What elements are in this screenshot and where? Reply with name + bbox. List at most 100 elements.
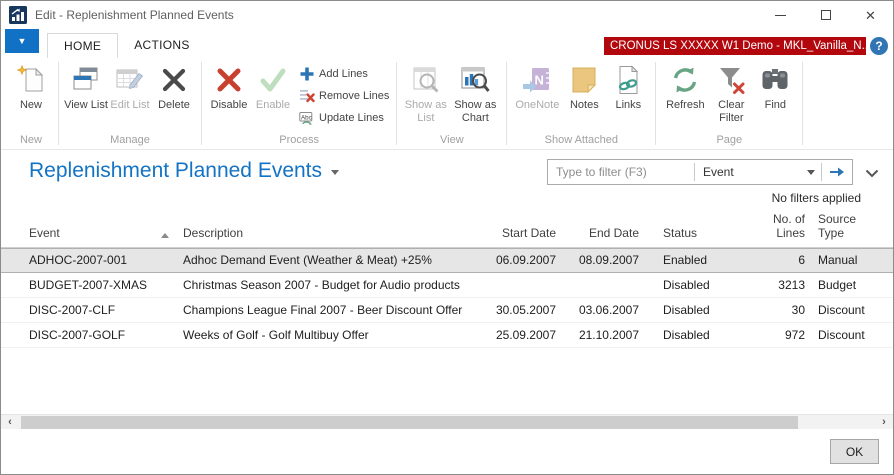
events-table: Event Description Start Date End Date St… bbox=[1, 213, 893, 348]
banner-area: CRONUS LS XXXXX W1 Demo - MKL_Vanilla_N.… bbox=[604, 37, 893, 58]
svg-text:N: N bbox=[535, 73, 544, 88]
cell-no-of-lines: 6 bbox=[750, 253, 807, 267]
edit-list-icon bbox=[114, 64, 146, 96]
group-separator bbox=[506, 62, 507, 145]
expand-filter-pane-button[interactable] bbox=[865, 165, 879, 183]
enable-icon bbox=[257, 64, 289, 96]
ok-button[interactable]: OK bbox=[830, 439, 879, 464]
page-title-caret-icon[interactable] bbox=[331, 170, 339, 175]
filter-status-text: No filters applied bbox=[1, 185, 893, 205]
show-as-chart-button[interactable]: Show as Chart bbox=[449, 60, 501, 124]
notes-button[interactable]: Notes bbox=[562, 60, 606, 112]
app-chart-icon bbox=[9, 6, 27, 24]
view-list-button[interactable]: View List bbox=[64, 60, 108, 112]
group-label: Show Attached bbox=[512, 132, 650, 149]
add-lines-icon bbox=[299, 66, 315, 82]
view-list-icon bbox=[70, 64, 102, 96]
button-label: Add Lines bbox=[319, 68, 368, 80]
scrollbar-thumb[interactable] bbox=[21, 416, 798, 429]
ribbon-group-view: Show as List Show as Chart View bbox=[398, 60, 505, 149]
disable-icon bbox=[213, 64, 245, 96]
cell-source-type: Manual bbox=[807, 253, 885, 267]
cell-status: Disabled bbox=[639, 278, 750, 292]
disable-button[interactable]: Disable bbox=[207, 60, 251, 112]
application-menu-button[interactable]: ▼ bbox=[5, 29, 39, 53]
clear-filter-icon bbox=[715, 64, 747, 96]
arrow-right-icon bbox=[829, 166, 845, 178]
cell-event: DISC-2007-GOLF bbox=[29, 328, 183, 342]
add-lines-button[interactable]: Add Lines bbox=[299, 66, 389, 82]
clear-filter-button[interactable]: Clear Filter bbox=[709, 60, 753, 124]
group-label: Process bbox=[207, 132, 391, 149]
group-label: Page bbox=[661, 132, 797, 149]
minimize-button[interactable] bbox=[758, 1, 803, 29]
window: Edit - Replenishment Planned Events ✕ ▼ … bbox=[0, 0, 894, 475]
cell-end-date: 03.06.2007 bbox=[556, 303, 639, 317]
group-separator bbox=[655, 62, 656, 145]
button-label: OneNote bbox=[515, 99, 559, 112]
button-label: Show as List bbox=[402, 99, 449, 124]
footer-bar: OK bbox=[1, 429, 893, 474]
button-label: Notes bbox=[570, 99, 599, 112]
cell-status: Disabled bbox=[639, 303, 750, 317]
cell-end-date: 08.09.2007 bbox=[556, 253, 639, 267]
refresh-button[interactable]: Refresh bbox=[661, 60, 709, 112]
delete-button[interactable]: Delete bbox=[152, 60, 196, 112]
filter-field-select[interactable]: Event bbox=[695, 165, 821, 179]
close-button[interactable]: ✕ bbox=[848, 1, 893, 29]
ribbon-group-manage: View List Edit List Delete bbox=[60, 60, 200, 149]
links-button[interactable]: Links bbox=[606, 60, 650, 112]
tab-home[interactable]: HOME bbox=[47, 33, 118, 58]
ribbon-group-page: Refresh Clear Filter bbox=[657, 60, 801, 149]
button-label: Remove Lines bbox=[319, 90, 389, 102]
cell-description: Adhoc Demand Event (Weather & Meat) +25% bbox=[183, 253, 491, 267]
chevron-down-icon: ▼ bbox=[18, 36, 27, 46]
title-bar: Edit - Replenishment Planned Events ✕ bbox=[1, 1, 893, 29]
page-title: Replenishment Planned Events bbox=[29, 159, 322, 183]
button-label: Enable bbox=[256, 99, 290, 112]
onenote-button[interactable]: N OneNote bbox=[512, 60, 562, 112]
onenote-icon: N bbox=[521, 64, 553, 96]
ribbon: New New View List bbox=[1, 58, 893, 150]
show-as-list-button[interactable]: Show as List bbox=[402, 60, 449, 124]
horizontal-scrollbar[interactable]: ‹ › bbox=[1, 414, 893, 429]
page-content: Replenishment Planned Events Event bbox=[1, 150, 893, 414]
menu-bar: ▼ HOME ACTIONS CRONUS LS XXXXX W1 Demo -… bbox=[1, 29, 893, 58]
help-button[interactable]: ? bbox=[870, 37, 888, 55]
chevron-left-icon: ‹ bbox=[8, 416, 12, 428]
column-header-event[interactable]: Event bbox=[29, 227, 183, 241]
apply-filter-button[interactable] bbox=[822, 160, 852, 184]
edit-list-button[interactable]: Edit List bbox=[108, 60, 152, 112]
table-row[interactable]: DISC-2007-CLF Champions League Final 200… bbox=[1, 298, 893, 323]
button-label: View List bbox=[64, 99, 108, 112]
remove-lines-button[interactable]: Remove Lines bbox=[299, 88, 389, 104]
scroll-left-button[interactable]: ‹ bbox=[1, 415, 19, 429]
column-header-end-date[interactable]: End Date bbox=[556, 227, 639, 241]
cell-end-date: 21.10.2007 bbox=[556, 328, 639, 342]
show-as-list-icon bbox=[410, 64, 442, 96]
maximize-button[interactable] bbox=[803, 1, 848, 29]
chevron-down-icon bbox=[865, 169, 879, 178]
group-label: Manage bbox=[64, 132, 196, 149]
new-button[interactable]: New bbox=[9, 60, 53, 112]
column-header-status[interactable]: Status bbox=[639, 227, 750, 241]
ribbon-group-show-attached: N OneNote Notes bbox=[508, 60, 654, 149]
filter-input[interactable] bbox=[548, 165, 694, 179]
column-header-source-type[interactable]: Source Type bbox=[807, 213, 885, 241]
table-row[interactable]: BUDGET-2007-XMAS Christmas Season 2007 -… bbox=[1, 273, 893, 298]
filter-field-value: Event bbox=[703, 165, 734, 179]
cell-start-date: 06.09.2007 bbox=[491, 253, 556, 267]
enable-button[interactable]: Enable bbox=[251, 60, 295, 112]
find-button[interactable]: Find bbox=[753, 60, 797, 112]
table-row[interactable]: DISC-2007-GOLF Weeks of Golf - Golf Mult… bbox=[1, 323, 893, 348]
column-header-start-date[interactable]: Start Date bbox=[491, 227, 556, 241]
cell-status: Enabled bbox=[639, 253, 750, 267]
group-separator bbox=[201, 62, 202, 145]
update-lines-button[interactable]: Abc Update Lines bbox=[299, 110, 389, 126]
scroll-right-button[interactable]: › bbox=[875, 415, 893, 429]
table-row[interactable]: ADHOC-2007-001 Adhoc Demand Event (Weath… bbox=[1, 248, 893, 273]
column-header-no-of-lines[interactable]: No. of Lines bbox=[750, 213, 807, 241]
column-header-description[interactable]: Description bbox=[183, 227, 491, 241]
group-separator bbox=[58, 62, 59, 145]
tab-actions[interactable]: ACTIONS bbox=[118, 33, 205, 58]
